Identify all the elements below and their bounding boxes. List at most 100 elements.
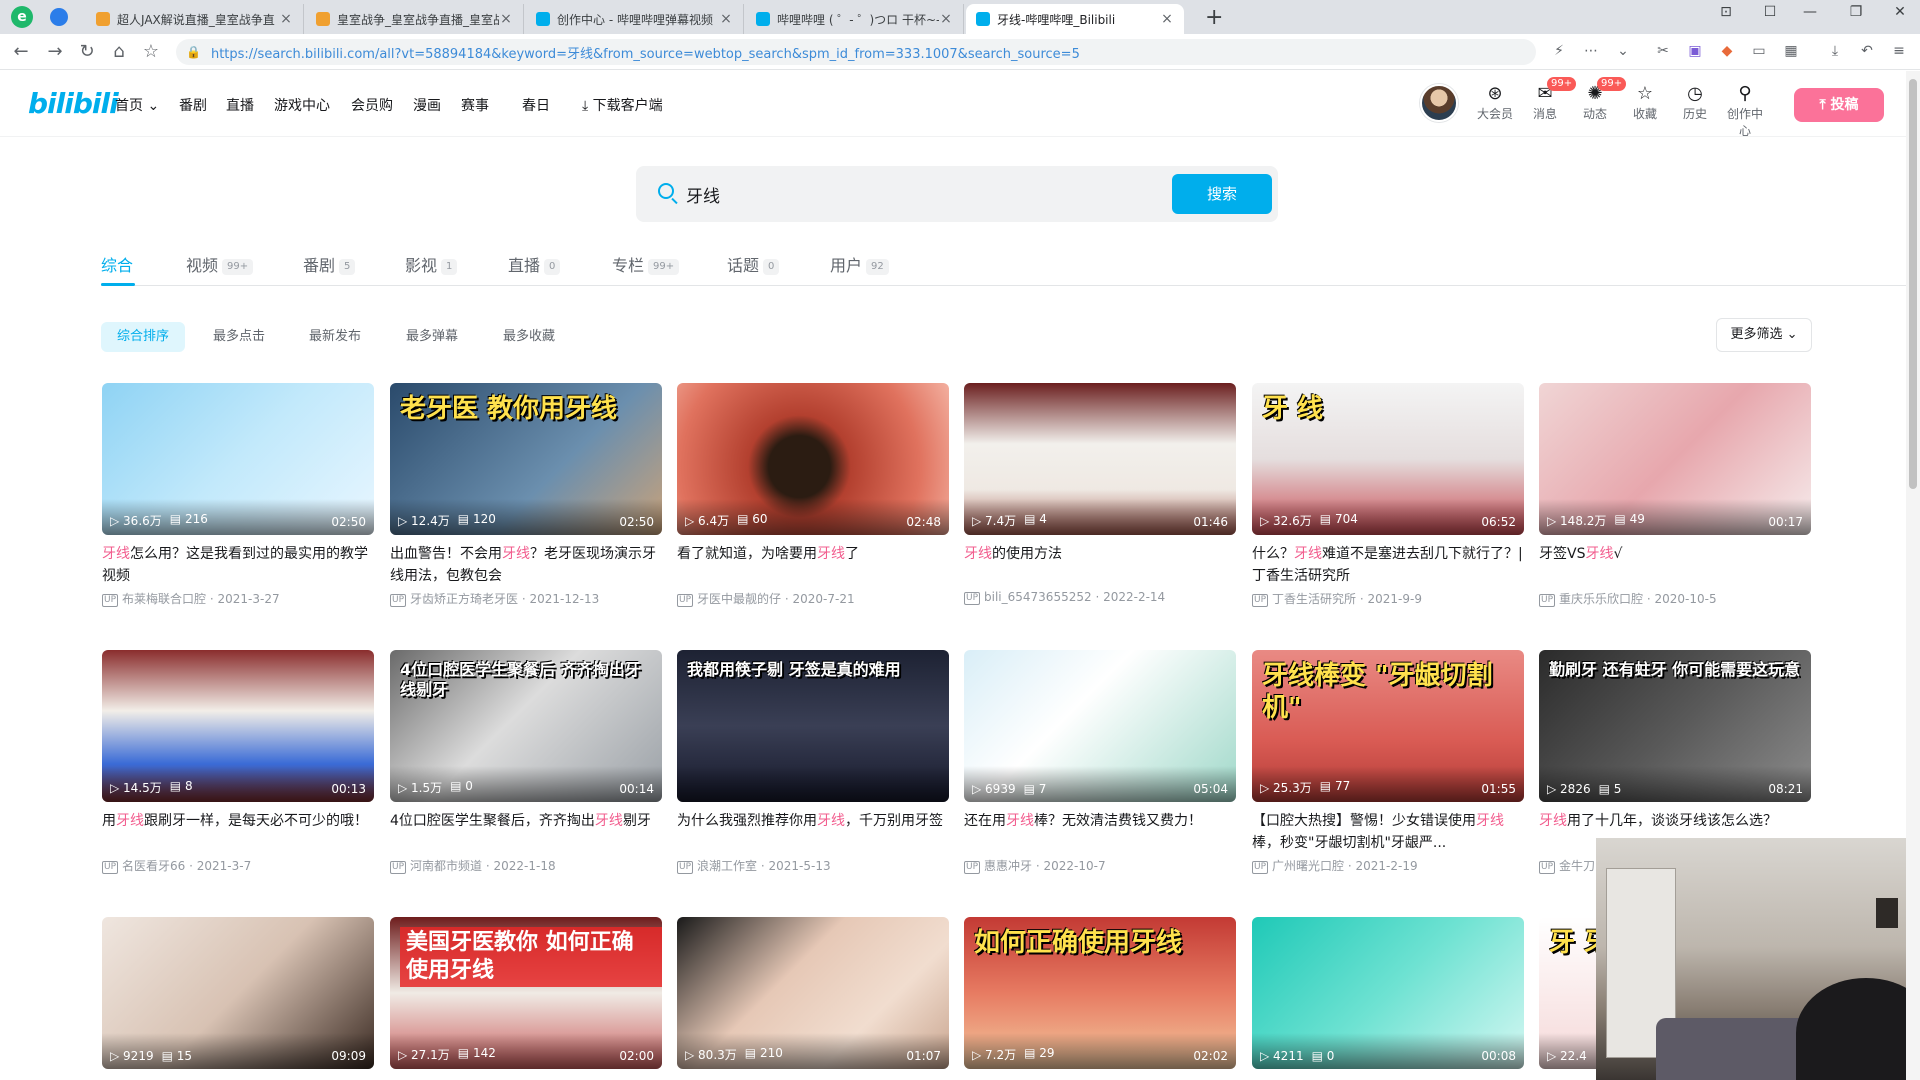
uploader-name[interactable]: 重庆乐乐欣口腔 xyxy=(1559,592,1643,606)
video-title[interactable]: 4位口腔医学生聚餐后，齐齐掏出牙线剔牙 xyxy=(390,810,662,854)
category-tab[interactable]: 影视 1 xyxy=(405,252,458,276)
video-title[interactable]: 牙签VS牙线√ xyxy=(1539,543,1811,587)
browser-tab[interactable]: 皇室战争_皇室战争直播_皇室战 × xyxy=(306,4,524,34)
video-thumbnail[interactable]: ▷ 6.4万 ▤ 60 02:48 xyxy=(677,383,949,535)
video-card[interactable]: 牙 线 ▷ 32.6万 ▤ 704 06:52 什么？牙线难道不是塞进去刮几下就行了？|… xyxy=(1252,383,1524,607)
menu-icon[interactable]: ≡ xyxy=(1890,43,1908,61)
favorites-icon[interactable]: ☆ xyxy=(140,41,162,62)
search-input[interactable] xyxy=(686,178,1136,210)
nav-link[interactable]: 游戏中心 xyxy=(274,95,330,115)
tab-close-icon[interactable]: × xyxy=(499,11,513,27)
video-thumbnail[interactable]: ▷ 6939 ▤ 7 05:04 xyxy=(964,650,1236,802)
video-card[interactable]: 我都用筷子剔 牙签是真的难用 为什么我强烈推荐你用牙线，千万别用牙签 UP 浪潮工作室… xyxy=(677,650,949,874)
sort-option[interactable]: 最多收藏 xyxy=(487,322,571,352)
video-card[interactable]: ▷ 14.5万 ▤ 8 00:13 用牙线跟刷牙一样，是每天必不可少的哦！ UP 名医看牙… xyxy=(102,650,374,874)
sort-option[interactable]: 综合排序 xyxy=(101,322,186,352)
header-history-button[interactable]: ◷ 历史 xyxy=(1673,83,1717,122)
video-card[interactable]: ▷ 148.2万 ▤ 49 00:17 牙签VS牙线√ UP 重庆乐乐欣口腔 · 2020… xyxy=(1539,383,1811,607)
nav-link[interactable]: 直播 xyxy=(226,95,254,115)
more-icon[interactable]: ⋯ xyxy=(1582,43,1600,61)
dropdown-icon[interactable]: ⌄ xyxy=(1614,43,1632,61)
video-thumbnail[interactable]: ▷ 14.5万 ▤ 8 00:13 xyxy=(102,650,374,802)
video-thumbnail[interactable]: 4位口腔医学生聚餐后 齐齐掏出牙线剔牙 ▷ 1.5万 ▤ 0 00:14 xyxy=(390,650,662,802)
uploader-name[interactable]: 布莱梅联合口腔 xyxy=(122,592,206,606)
scrollbar-thumb[interactable] xyxy=(1909,79,1917,489)
nav-link[interactable]: 番剧 xyxy=(179,95,207,115)
browser-logo-icon[interactable]: e xyxy=(11,6,33,28)
maximize-icon[interactable]: ❐ xyxy=(1840,4,1872,20)
sort-option[interactable]: 最新发布 xyxy=(293,322,377,352)
nav-link[interactable]: 漫画 xyxy=(413,95,441,115)
video-thumbnail[interactable]: ▷ 36.6万 ▤ 216 02:50 xyxy=(102,383,374,535)
uploader-name[interactable]: 河南都市频道 xyxy=(410,859,482,873)
header-bulb-button[interactable]: ⚲ 创作中心 xyxy=(1723,83,1767,139)
video-thumbnail[interactable]: ▷ 148.2万 ▤ 49 00:17 xyxy=(1539,383,1811,535)
uploader-name[interactable]: 金牛刀 xyxy=(1559,859,1595,873)
browser-tab[interactable]: 哔哩哔哩 ( ゜- ゜)つロ 干杯~-b × xyxy=(746,4,964,34)
minimize-icon[interactable]: — xyxy=(1794,4,1826,20)
lightning-icon[interactable]: ⚡ xyxy=(1550,43,1568,61)
bilibili-logo[interactable]: bilibili xyxy=(28,87,119,120)
video-card[interactable]: 老牙医 教你用牙线 ▷ 12.4万 ▤ 120 02:50 出血警告！不会用牙线？老牙医… xyxy=(390,383,662,607)
video-thumbnail[interactable]: ▷ 7.4万 ▤ 4 01:46 xyxy=(964,383,1236,535)
video-card[interactable]: ▷ 6.4万 ▤ 60 02:48 看了就知道，为啥要用牙线了 UP 牙医中最靓的仔 · … xyxy=(677,383,949,607)
header-dynamic-button[interactable]: ✺ 动态 99+ xyxy=(1573,77,1627,122)
reload-icon[interactable]: ↻ xyxy=(76,41,98,62)
sort-option[interactable]: 最多点击 xyxy=(197,322,281,352)
video-card[interactable]: ▷ 6939 ▤ 7 05:04 还在用牙线棒？无效清洁费钱又费力！ UP 惠惠冲牙 · … xyxy=(964,650,1236,874)
browser-tab[interactable]: 牙线-哔哩哔哩_Bilibili × xyxy=(966,4,1184,34)
video-title[interactable]: 用牙线跟刷牙一样，是每天必不可少的哦！ xyxy=(102,810,374,854)
video-card[interactable]: 4位口腔医学生聚餐后 齐齐掏出牙线剔牙 ▷ 1.5万 ▤ 0 00:14 4位口腔医学生… xyxy=(390,650,662,874)
header-star-button[interactable]: ☆ 收藏 xyxy=(1623,83,1667,122)
uploader-name[interactable]: 浪潮工作室 xyxy=(697,859,757,873)
video-card[interactable]: 美国牙医教你 如何正确 使用牙线 ▷ 27.1万 ▤ 142 02:00 xyxy=(390,917,662,1069)
download-icon[interactable]: ⤓ xyxy=(1826,43,1844,61)
close-window-icon[interactable]: ✕ xyxy=(1884,4,1916,20)
avatar[interactable] xyxy=(1420,84,1458,122)
uploader-name[interactable]: 牙医中最靓的仔 xyxy=(697,592,781,606)
video-card[interactable]: 牙线棒变 "牙龈切割机" ▷ 25.3万 ▤ 77 01:55 【口腔大热搜】警惕！少女… xyxy=(1252,650,1524,874)
page-scrollbar[interactable] xyxy=(1906,71,1920,1080)
upload-button[interactable]: ⤒ 投稿 xyxy=(1794,88,1884,122)
nav-link[interactable]: 首页 ⌄ xyxy=(115,95,159,115)
scissors-icon[interactable]: ✂ xyxy=(1654,43,1672,61)
uploader-name[interactable]: 牙齿矫正方琦老牙医 xyxy=(410,592,518,606)
category-tab[interactable]: 专栏 99+ xyxy=(612,252,680,276)
category-tab[interactable]: 直播 0 xyxy=(508,252,561,276)
home-icon[interactable]: ⌂ xyxy=(108,41,130,62)
video-card[interactable]: ▷ 9219 ▤ 15 09:09 xyxy=(102,917,374,1069)
video-thumbnail[interactable]: ▷ 9219 ▤ 15 09:09 xyxy=(102,917,374,1069)
window-menu-icon[interactable]: ⊡ xyxy=(1710,4,1742,20)
video-card[interactable]: ▷ 36.6万 ▤ 216 02:50 牙线怎么用？这是我看到过的最实用的教学视频 UP… xyxy=(102,383,374,607)
video-title[interactable]: 牙线怎么用？这是我看到过的最实用的教学视频 xyxy=(102,543,374,587)
video-thumbnail[interactable]: 牙线棒变 "牙龈切割机" ▷ 25.3万 ▤ 77 01:55 xyxy=(1252,650,1524,802)
url-field[interactable]: 🔒 https://search.bilibili.com/all?vt=588… xyxy=(176,39,1536,65)
video-title[interactable]: 还在用牙线棒？无效清洁费钱又费力！ xyxy=(964,810,1236,854)
video-thumbnail[interactable]: 老牙医 教你用牙线 ▷ 12.4万 ▤ 120 02:50 xyxy=(390,383,662,535)
video-title[interactable]: 出血警告！不会用牙线？老牙医现场演示牙线用法，包教包会 xyxy=(390,543,662,587)
forward-icon[interactable]: → xyxy=(44,41,66,62)
extension-fox-icon[interactable]: ◆ xyxy=(1718,43,1736,61)
header-message-button[interactable]: ✉ 消息 99+ xyxy=(1523,77,1577,122)
nav-link[interactable]: 会员购 xyxy=(351,95,393,115)
video-thumbnail[interactable]: 牙 线 ▷ 32.6万 ▤ 704 06:52 xyxy=(1252,383,1524,535)
new-tab-icon[interactable]: + xyxy=(1205,5,1223,30)
tab-close-icon[interactable]: × xyxy=(1160,11,1174,27)
video-title[interactable]: 什么？牙线难道不是塞进去刮几下就行了？| 丁香生活研究所 xyxy=(1252,543,1524,587)
browser-tab[interactable]: 超人JAX解说直播_皇室战争直 × xyxy=(86,4,304,34)
category-tab[interactable]: 番剧 5 xyxy=(303,252,356,276)
nav-link[interactable]: 春日 xyxy=(522,95,550,115)
sort-option[interactable]: 最多弹幕 xyxy=(390,322,474,352)
browser-nav-icon[interactable] xyxy=(50,8,68,26)
video-thumbnail[interactable]: 我都用筷子剔 牙签是真的难用 xyxy=(677,650,949,802)
video-title[interactable]: 【口腔大热搜】警惕！少女错误使用牙线棒，秒变"牙龈切割机"牙龈严... xyxy=(1252,810,1524,854)
video-thumbnail[interactable]: 勤刷牙 还有蛀牙 你可能需要这玩意 ▷ 2826 ▤ 5 08:21 xyxy=(1539,650,1811,802)
back-icon[interactable]: ← xyxy=(10,41,32,62)
category-tab[interactable]: 视频 99+ xyxy=(186,252,254,276)
tab-close-icon[interactable]: × xyxy=(939,11,953,27)
video-thumbnail[interactable]: ▷ 4211 ▤ 0 00:08 xyxy=(1252,917,1524,1069)
sidebar-icon[interactable]: ▭ xyxy=(1750,43,1768,61)
apps-icon[interactable]: ▦ xyxy=(1782,43,1800,61)
video-card[interactable]: ▷ 4211 ▤ 0 00:08 xyxy=(1252,917,1524,1069)
nav-link[interactable]: ⤓ 下载客户端 xyxy=(582,95,663,115)
